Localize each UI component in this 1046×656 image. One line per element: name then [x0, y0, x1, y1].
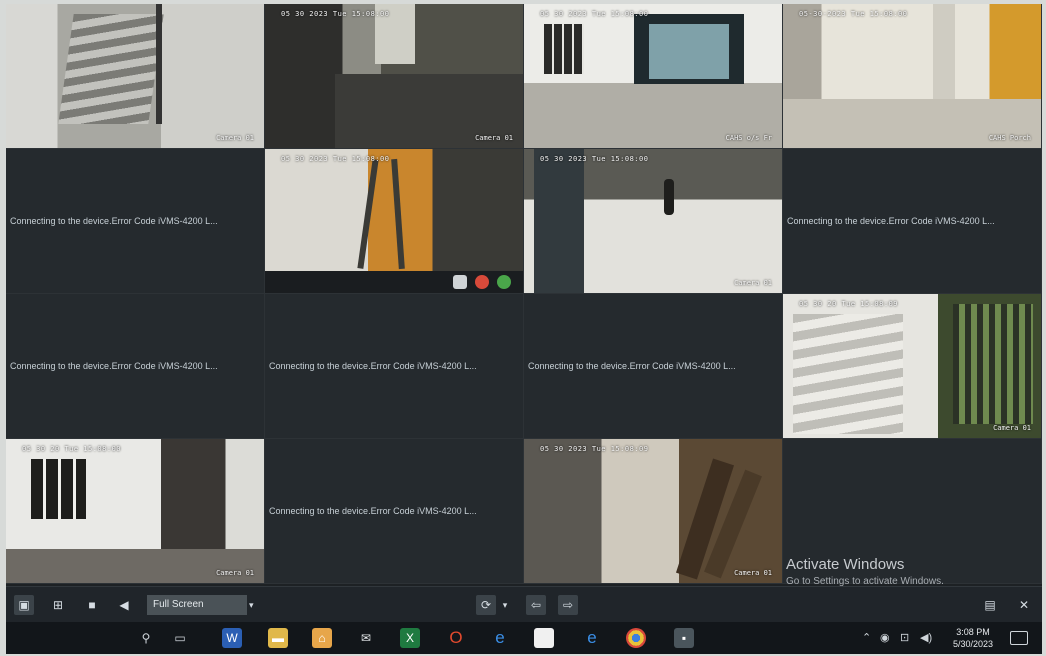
internet-explorer-icon[interactable]: e — [582, 628, 602, 648]
osd-timestamp: 05 30 20 Tue 15:08:00 — [22, 445, 122, 453]
camera-tile-6[interactable]: 05 30 2023 Tue 15:08:00 — [265, 149, 524, 294]
osd-camera-name: CAHS o/s Fr — [725, 134, 772, 142]
camera-tile-9[interactable]: Connecting to the device.Error Code iVMS… — [6, 294, 265, 439]
record-icon[interactable] — [475, 275, 489, 289]
camera-feed — [265, 4, 523, 148]
monitor-screen: Camera 01 05 30 2023 Tue 15:08:00 Camera… — [6, 4, 1042, 654]
watermark-title: Activate Windows — [786, 556, 905, 573]
chevron-down-icon[interactable]: ▾ — [249, 595, 254, 615]
osd-camera-name: CAHS Porch — [988, 134, 1031, 142]
camera-tile-8[interactable]: Connecting to the device.Error Code iVMS… — [783, 149, 1042, 294]
activate-windows-watermark: Activate Windows Go to Settings to activ… — [786, 556, 944, 587]
osd-camera-name: Camera 01 — [734, 569, 772, 577]
notepad-icon[interactable] — [534, 628, 554, 648]
camera-tile-13[interactable]: 05 30 20 Tue 15:08:00 Camera 01 — [6, 439, 265, 584]
osd-timestamp: 05 30 20 Tue 15:08:09 — [799, 300, 899, 308]
osd-timestamp: 05-30-2023 Tue 15:08:00 — [799, 10, 908, 18]
chevron-down-icon[interactable]: ▾ — [500, 595, 510, 615]
osd-camera-name: Camera 01 — [993, 424, 1031, 432]
camera-tile-4[interactable]: 05-30-2023 Tue 15:08:00 CAHS Porch — [783, 4, 1042, 149]
connection-error-text: Connecting to the device.Error Code iVMS… — [269, 506, 477, 516]
network-icon[interactable]: ⊡ — [900, 631, 909, 644]
camera-tile-5[interactable]: Connecting to the device.Error Code iVMS… — [6, 149, 265, 294]
next-page-icon[interactable]: ⇨ — [558, 595, 578, 615]
search-icon[interactable]: ⚲ — [136, 628, 156, 648]
previous-page-icon[interactable]: ⇦ — [526, 595, 546, 615]
camera-feed — [6, 4, 264, 148]
osd-camera-name: Camera 01 — [216, 134, 254, 142]
camera-feed — [6, 439, 264, 583]
connection-error-text: Connecting to the device.Error Code iVMS… — [10, 361, 218, 371]
osd-timestamp: 05 30 2023 Tue 15:08:00 — [540, 10, 649, 18]
connection-error-text: Connecting to the device.Error Code iVMS… — [787, 216, 995, 226]
rotate-icon[interactable]: ⟳ — [476, 595, 496, 615]
store-icon[interactable]: ⌂ — [312, 628, 332, 648]
notification-icon[interactable] — [1010, 631, 1028, 645]
excel-app-icon[interactable]: X — [400, 628, 420, 648]
file-explorer-icon[interactable]: ▬ — [268, 628, 288, 648]
camera-tile-1[interactable]: Camera 01 — [6, 4, 265, 149]
camera-tile-14[interactable]: Connecting to the device.Error Code iVMS… — [265, 439, 524, 584]
camera-feed — [265, 149, 523, 271]
camera-feed — [783, 294, 1041, 438]
taskbar-clock[interactable]: 3:08 PM 5/30/2023 — [953, 626, 993, 650]
chrome-icon[interactable] — [626, 628, 646, 648]
osd-timestamp: 05 30 2023 Tue 15:08:09 — [540, 445, 649, 453]
view-mode-select[interactable]: Full Screen — [147, 595, 247, 615]
layout-grid-icon[interactable]: ⊞ — [48, 595, 68, 615]
chevron-up-icon[interactable]: ⌃ — [862, 631, 871, 644]
connection-error-text: Connecting to the device.Error Code iVMS… — [528, 361, 736, 371]
live-view-control-bar: ▣ ⊞ ■ ◀ Full Screen ▾ ⟳ ▾ ⇦ ⇨ ▤ ✕ — [6, 586, 1042, 623]
mail-icon[interactable]: ✉ — [356, 628, 376, 648]
audio-icon[interactable]: ◀ — [114, 595, 134, 615]
camera-grid: Camera 01 05 30 2023 Tue 15:08:00 Camera… — [6, 4, 1042, 584]
osd-camera-name: Camera 01 — [475, 134, 513, 142]
camera-tile-10[interactable]: Connecting to the device.Error Code iVMS… — [265, 294, 524, 439]
camera-tile-12[interactable]: 05 30 20 Tue 15:08:09 Camera 01 — [783, 294, 1042, 439]
tile-toolbar — [265, 271, 523, 293]
camera-tile-11[interactable]: Connecting to the device.Error Code iVMS… — [524, 294, 783, 439]
osd-camera-name: Camera 01 — [734, 279, 772, 287]
stop-all-icon[interactable]: ■ — [82, 595, 102, 615]
camera-feed — [524, 149, 782, 293]
camera-feed — [783, 4, 1041, 148]
office-icon[interactable]: O — [446, 628, 466, 648]
camera-tile-15[interactable]: 05 30 2023 Tue 15:08:09 Camera 01 — [524, 439, 783, 584]
word-app-icon[interactable]: W — [222, 628, 242, 648]
osd-camera-name: Camera 01 — [216, 569, 254, 577]
camera-tile-3[interactable]: 05 30 2023 Tue 15:08:00 CAHS o/s Fr — [524, 4, 783, 149]
osd-timestamp: 05 30 2023 Tue 15:08:00 — [281, 155, 390, 163]
osd-timestamp: 05 30 2023 Tue 15:08:00 — [540, 155, 649, 163]
clock-time: 3:08 PM — [956, 627, 990, 637]
edge-icon[interactable]: e — [490, 628, 510, 648]
camera-tile-2[interactable]: 05 30 2023 Tue 15:08:00 Camera 01 — [265, 4, 524, 149]
camera-tile-7[interactable]: 05 30 2023 Tue 15:08:00 Camera 01 — [524, 149, 783, 294]
windows-taskbar: ⚲ ▭ W ▬ ⌂ ✉ X O e e ▪ ⌃ ◉ ⊡ ◀) 3:08 PM 5… — [6, 622, 1042, 654]
volume-icon[interactable]: ◀) — [920, 631, 932, 644]
camera-feed — [524, 4, 782, 148]
connection-error-text: Connecting to the device.Error Code iVMS… — [269, 361, 477, 371]
task-view-icon[interactable]: ▭ — [170, 628, 190, 648]
ivms-app-icon[interactable]: ▪ — [674, 628, 694, 648]
connection-error-text: Connecting to the device.Error Code iVMS… — [10, 216, 218, 226]
screen-layout-icon[interactable]: ▤ — [980, 595, 1000, 615]
osd-timestamp: 05 30 2023 Tue 15:08:00 — [281, 10, 390, 18]
location-icon: ◉ — [880, 632, 890, 644]
exit-fullscreen-icon[interactable]: ✕ — [1014, 595, 1034, 615]
capture-icon[interactable] — [453, 275, 467, 289]
camera-feed — [524, 439, 782, 583]
clock-date: 5/30/2023 — [953, 639, 994, 649]
layout-single-icon[interactable]: ▣ — [14, 595, 34, 615]
refresh-icon[interactable] — [497, 275, 511, 289]
